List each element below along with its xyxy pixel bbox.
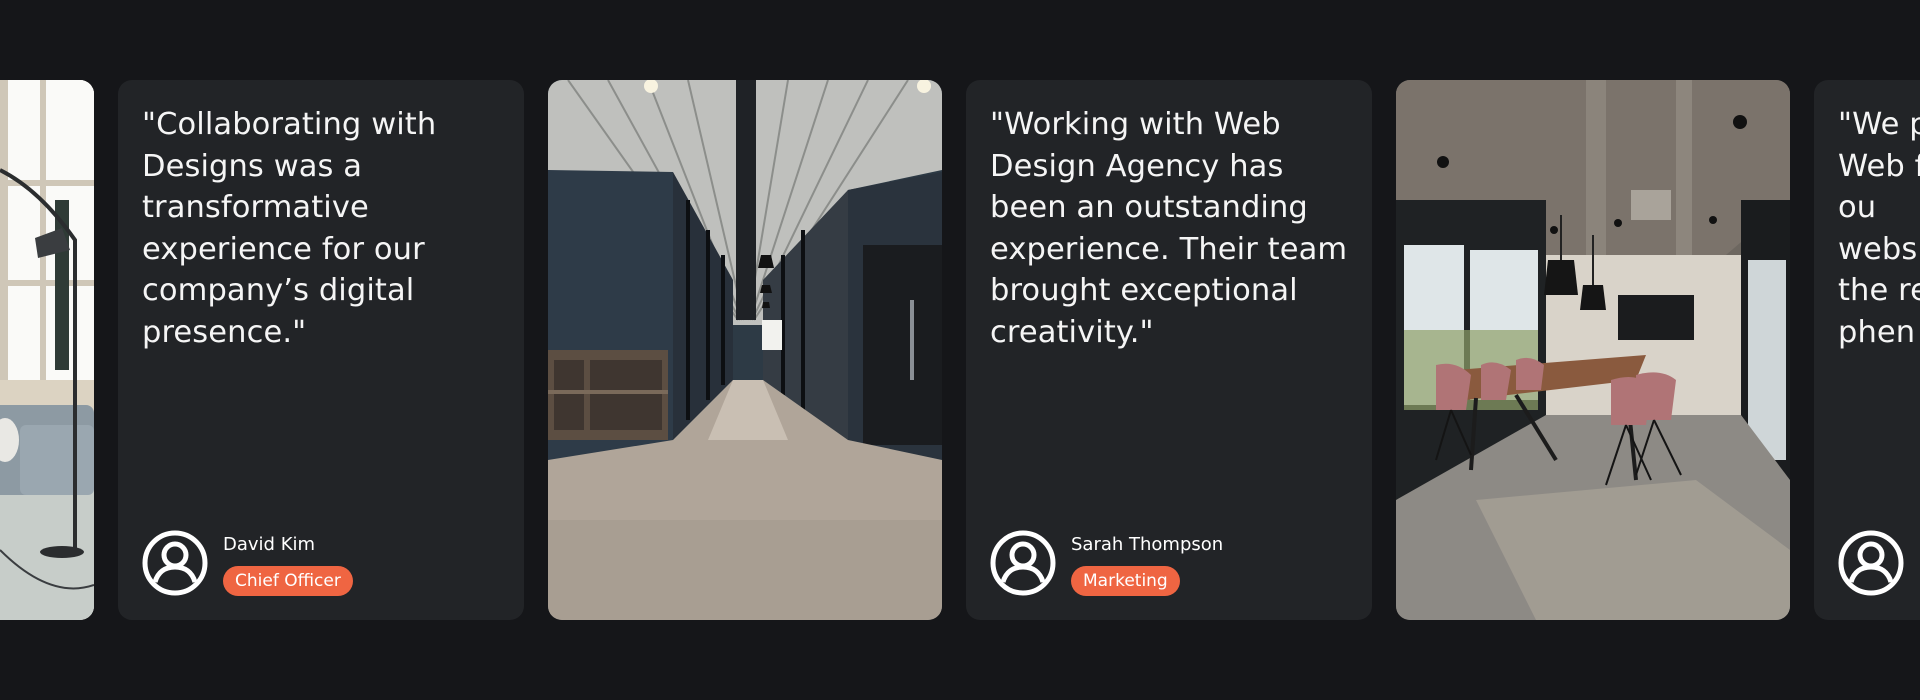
testimonial-quote: "Collaborating with Designs was a transf… (142, 107, 437, 350)
testimonial-card[interactable]: "We p Web for ou webs the re phen (1814, 80, 1920, 620)
photo-card-corridor (548, 80, 942, 620)
author-role-badge: Chief Officer (223, 566, 353, 596)
testimonial-carousel[interactable]: "Collaborating with Designs was a transf… (0, 0, 1920, 700)
author-role-badge: Marketing (1071, 566, 1180, 596)
user-circle-icon (990, 530, 1056, 596)
testimonial-author: David Kim Chief Officer (142, 530, 353, 596)
author-name: David Kim (223, 534, 316, 555)
photo-card-meeting-room (1396, 80, 1790, 620)
living-room-image (0, 80, 94, 620)
photo-card-living-room (0, 80, 94, 620)
user-circle-icon (1838, 530, 1904, 596)
testimonial-author: Sarah Thompson Marketing (990, 530, 1223, 596)
testimonial-author (1838, 530, 1919, 596)
corridor-image (548, 80, 942, 620)
testimonial-card[interactable]: "Working with Web Design Agency has been… (966, 80, 1372, 620)
testimonial-quote: "Working with Web Design Agency has been… (990, 107, 1348, 350)
meeting-room-image (1396, 80, 1790, 620)
testimonial-quote: "We p Web for ou webs the re phen (1838, 107, 1920, 350)
testimonial-card[interactable]: "Collaborating with Designs was a transf… (118, 80, 524, 620)
user-circle-icon (142, 530, 208, 596)
author-name: Sarah Thompson (1071, 534, 1224, 555)
